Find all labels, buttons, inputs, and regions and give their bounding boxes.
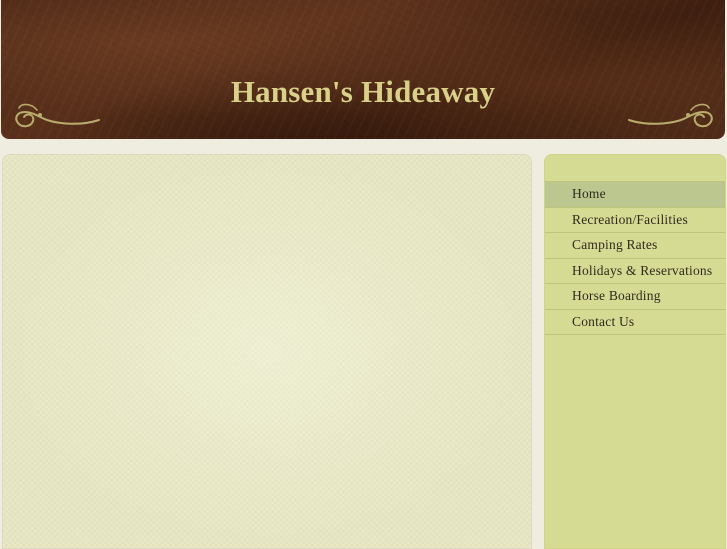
sidebar: Home Recreation/Facilities Camping Rates… <box>544 154 726 549</box>
nav-item-recreation-facilities[interactable]: Recreation/Facilities <box>545 208 725 233</box>
nav-item-label: Recreation/Facilities <box>572 211 688 227</box>
nav-item-contact-us[interactable]: Contact Us <box>545 310 725 335</box>
main-navigation: Home Recreation/Facilities Camping Rates… <box>545 181 725 335</box>
nav-item-holidays-reservations[interactable]: Holidays & Reservations <box>545 259 725 284</box>
site-title: Hansen's Hideaway <box>230 74 496 109</box>
main-content-panel <box>2 154 532 549</box>
nav-item-label: Home <box>572 186 606 201</box>
nav-item-label: Camping Rates <box>572 237 658 252</box>
nav-item-label: Holidays & Reservations <box>572 262 713 278</box>
nav-item-home[interactable]: Home <box>545 181 725 208</box>
site-header: Hansen's Hideaway <box>1 0 725 139</box>
nav-item-horse-boarding[interactable]: Horse Boarding <box>545 284 725 310</box>
nav-item-label: Horse Boarding <box>572 288 661 303</box>
nav-item-label: Contact Us <box>572 313 635 329</box>
nav-item-camping-rates[interactable]: Camping Rates <box>545 233 725 259</box>
flourish-right-icon <box>628 103 713 128</box>
